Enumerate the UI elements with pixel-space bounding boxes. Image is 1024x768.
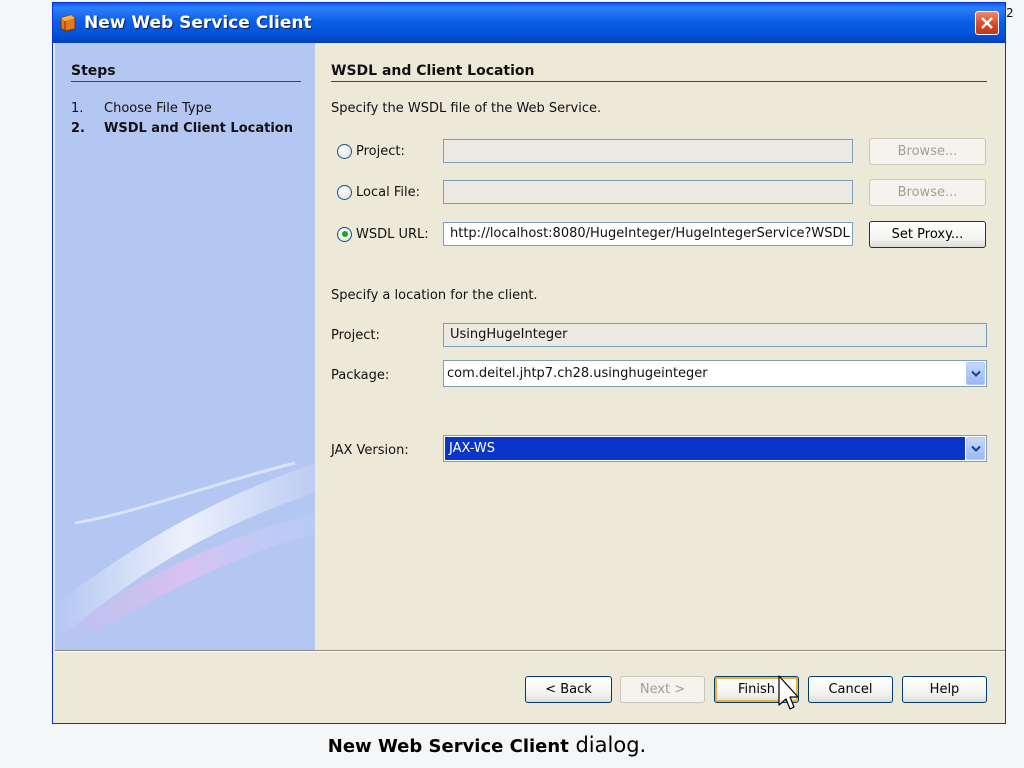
cancel-button[interactable]: Cancel bbox=[808, 676, 893, 703]
button-bar-divider-highlight bbox=[55, 651, 1005, 652]
step-item-choose-file-type: 1. Choose File Type bbox=[71, 101, 212, 116]
package-label: Package: bbox=[331, 368, 390, 383]
local-file-browse-button: Browse... bbox=[869, 179, 986, 206]
help-button[interactable]: Help bbox=[902, 676, 987, 703]
jax-version-dropdown-arrow[interactable] bbox=[966, 437, 985, 460]
project-radio-label: Project: bbox=[356, 143, 405, 159]
client-project-label: Project: bbox=[331, 328, 380, 343]
mouse-cursor-icon bbox=[778, 675, 798, 710]
wizard-content: WSDL and Client Location Specify the WSD… bbox=[315, 43, 1005, 650]
package-dropdown-arrow[interactable] bbox=[966, 362, 985, 385]
chevron-down-icon bbox=[971, 445, 981, 452]
steps-divider bbox=[71, 81, 301, 82]
local-file-field bbox=[443, 180, 853, 204]
page-number: 2 bbox=[1006, 6, 1014, 20]
steps-panel: Steps 1. Choose File Type 2. WSDL and Clie… bbox=[55, 43, 315, 650]
jax-version-combo-value: JAX-WS bbox=[445, 437, 965, 460]
close-icon bbox=[981, 17, 993, 29]
close-button[interactable] bbox=[975, 11, 999, 35]
next-button: Next > bbox=[620, 676, 705, 703]
wsdl-url-radio[interactable] bbox=[337, 226, 352, 242]
package-combo-value: com.deitel.jhtp7.ch28.usinghugeinteger bbox=[447, 366, 708, 381]
client-instruction: Specify a location for the client. bbox=[331, 288, 538, 303]
client-project-field: UsingHugeInteger bbox=[443, 323, 987, 347]
local-file-radio-label: Local File: bbox=[356, 184, 420, 200]
netbeans-app-icon bbox=[59, 14, 77, 32]
wsdl-url-radio-label: WSDL URL: bbox=[356, 226, 429, 242]
local-file-radio-option[interactable]: Local File: bbox=[337, 181, 420, 203]
package-combo[interactable]: com.deitel.jhtp7.ch28.usinghugeinteger bbox=[443, 360, 987, 387]
wsdl-url-radio-option[interactable]: WSDL URL: bbox=[337, 223, 429, 245]
local-file-radio[interactable] bbox=[337, 184, 352, 200]
steps-heading: Steps bbox=[71, 63, 116, 79]
project-radio-option[interactable]: Project: bbox=[337, 140, 405, 162]
back-button[interactable]: < Back bbox=[525, 676, 612, 703]
caption-rest: dialog. bbox=[568, 733, 647, 757]
section-title: WSDL and Client Location bbox=[331, 63, 535, 79]
window-title: New Web Service Client bbox=[84, 13, 312, 33]
wsdl-instruction: Specify the WSDL file of the Web Service… bbox=[331, 101, 602, 116]
project-browse-button: Browse... bbox=[869, 138, 986, 165]
dialog-window: New Web Service Client Steps 1. Choose F… bbox=[52, 2, 1006, 724]
project-radio[interactable] bbox=[337, 143, 352, 159]
step-item-wsdl-and-client-location: 2. WSDL and Client Location bbox=[71, 121, 293, 136]
figure-caption: New Web Service Client dialog. bbox=[0, 733, 974, 757]
project-field bbox=[443, 139, 853, 163]
set-proxy-button[interactable]: Set Proxy... bbox=[869, 221, 986, 248]
jax-version-label: JAX Version: bbox=[331, 443, 409, 458]
caption-bold: New Web Service Client bbox=[327, 736, 569, 757]
chevron-down-icon bbox=[971, 370, 981, 377]
wsdl-url-input[interactable]: http://localhost:8080/HugeInteger/HugeIn… bbox=[443, 222, 853, 246]
section-divider bbox=[331, 81, 987, 82]
title-bar[interactable]: New Web Service Client bbox=[53, 3, 1005, 43]
jax-version-combo[interactable]: JAX-WS bbox=[443, 435, 987, 462]
